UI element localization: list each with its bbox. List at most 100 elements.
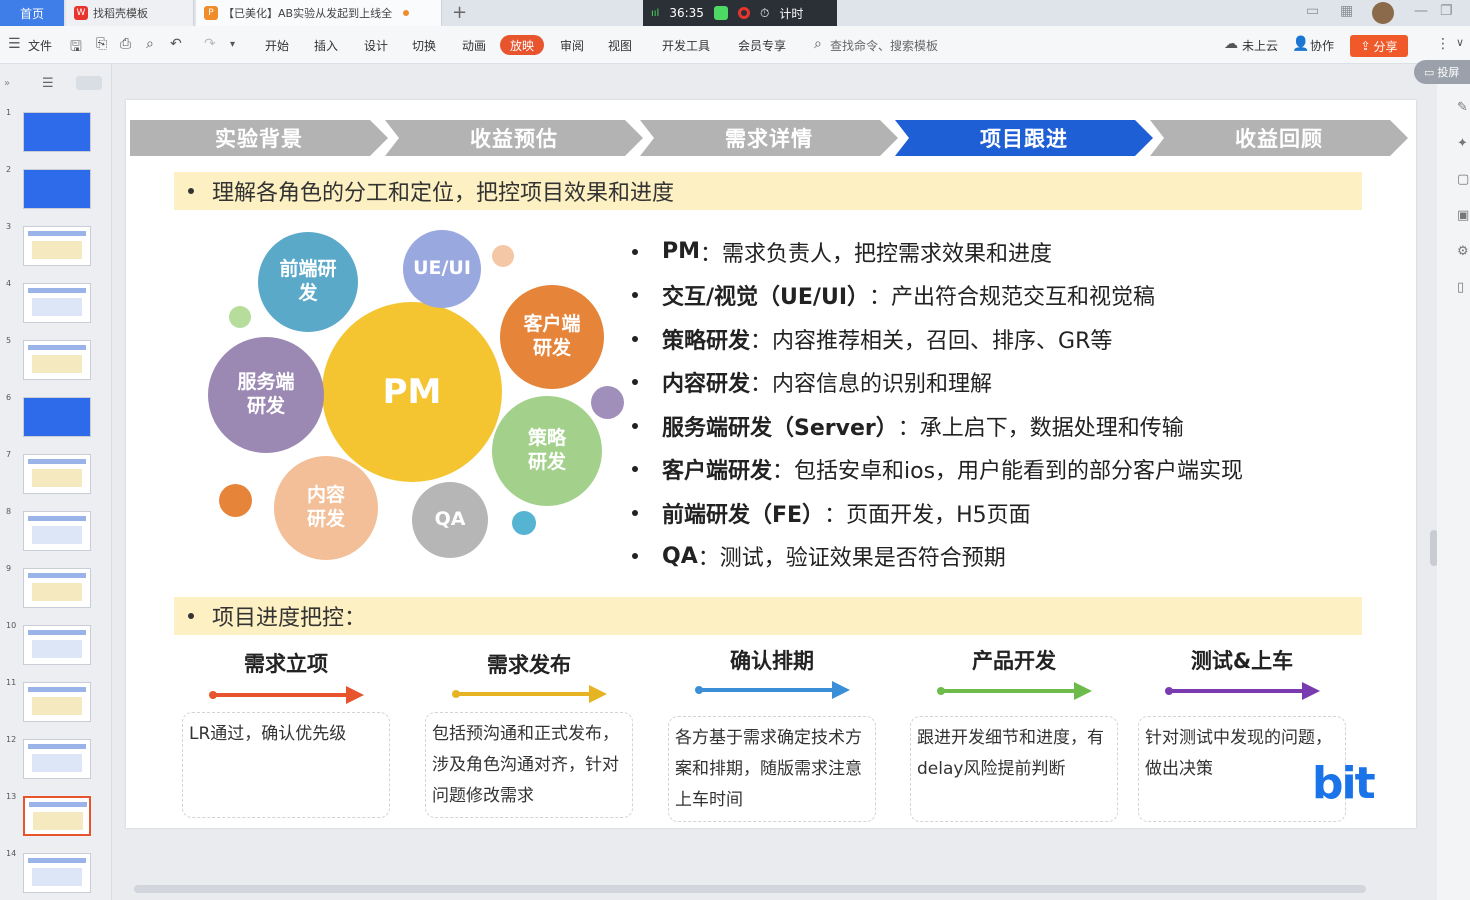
slide-thumbnail[interactable] bbox=[23, 625, 91, 665]
right-sidebar bbox=[1437, 64, 1470, 900]
bubble-strategy: 策略研发 bbox=[492, 396, 602, 506]
slide-thumbnail[interactable] bbox=[23, 454, 91, 494]
file-menu[interactable]: 文件 bbox=[28, 37, 52, 54]
scrollbar-thumb[interactable] bbox=[134, 885, 1366, 893]
tab-home-ribbon[interactable]: 开始 bbox=[265, 37, 289, 54]
bubble-client: 客户端研发 bbox=[500, 285, 604, 389]
tab-animation[interactable]: 动画 bbox=[462, 37, 486, 54]
slide-thumbnail[interactable] bbox=[23, 397, 91, 437]
role-item: 策略研发 ：内容推荐相关，召回、排序、GR等 bbox=[632, 317, 1332, 361]
chat-icon[interactable] bbox=[713, 6, 728, 20]
meeting-status-bar: ııl 36:35 ⏱ 计时 bbox=[643, 0, 837, 26]
slide-thumbnail[interactable] bbox=[23, 112, 91, 152]
slide-thumbnail[interactable] bbox=[23, 169, 91, 209]
role-desc: ：包括安卓和ios，用户能看到的部分客户端实现 bbox=[772, 459, 1244, 485]
outline-icon[interactable]: ☰ bbox=[42, 76, 54, 91]
step-arrow bbox=[1165, 682, 1320, 700]
panel-icon[interactable]: ▯ bbox=[1457, 280, 1464, 295]
slide-thumbnail[interactable] bbox=[23, 283, 91, 323]
bullet-icon bbox=[188, 188, 194, 194]
restore-icon[interactable]: ❐ bbox=[1440, 3, 1453, 19]
slide-thumbnail[interactable] bbox=[23, 568, 91, 608]
new-tab-button[interactable]: + bbox=[452, 2, 467, 23]
role-desc: ：需求负责人，把控需求效果和进度 bbox=[700, 241, 1053, 267]
tab-review[interactable]: 审阅 bbox=[560, 37, 584, 54]
share-button[interactable]: ⇪ 分享 bbox=[1350, 35, 1408, 57]
thumbnail-number: 2 bbox=[6, 165, 12, 174]
layout-icon[interactable]: ▭ bbox=[1306, 3, 1319, 19]
bubble-qa: QA bbox=[412, 482, 488, 558]
thumbnail-number: 4 bbox=[6, 279, 12, 288]
step-title: 产品开发 bbox=[972, 649, 1056, 673]
save-icon[interactable]: 🖫 bbox=[70, 36, 82, 60]
tab-current-presentation[interactable]: P 【已美化】AB实验从发起到上线全 bbox=[196, 0, 442, 26]
title-bar: 首页 W 找稻壳模板 P 【已美化】AB实验从发起到上线全 + ııl 36:3… bbox=[0, 0, 1470, 26]
preview-icon[interactable]: ⌕ bbox=[146, 36, 154, 52]
tab-view[interactable]: 视图 bbox=[608, 37, 632, 54]
tab-insert[interactable]: 插入 bbox=[314, 37, 338, 54]
thumbnail-number: 14 bbox=[6, 849, 17, 858]
redo-icon[interactable]: ↷ bbox=[204, 36, 216, 52]
command-search[interactable]: 查找命令、搜索模板 bbox=[830, 37, 938, 54]
chevron-label: 实验背景 bbox=[215, 127, 303, 151]
comment-icon[interactable]: ▢ bbox=[1457, 172, 1469, 187]
search-icon: ⌕ bbox=[814, 36, 822, 52]
collab-button[interactable]: 协作 bbox=[1310, 37, 1334, 54]
thumbnail-view-icon[interactable] bbox=[76, 76, 102, 90]
role-desc: ：内容信息的识别和理解 bbox=[750, 372, 993, 398]
meeting-time: 36:35 bbox=[669, 6, 704, 20]
collab-icon: 👤 bbox=[1292, 36, 1310, 52]
section-title: 项目进度把控： bbox=[212, 606, 367, 631]
menu-icon[interactable]: ☰ bbox=[8, 36, 21, 52]
collapse-icon[interactable]: ∨ bbox=[1456, 36, 1464, 49]
bullet-icon bbox=[632, 553, 638, 560]
export-icon[interactable]: ⎘ bbox=[96, 36, 107, 52]
settings-icon[interactable]: ⚙ bbox=[1457, 244, 1469, 259]
step-description: 跟进开发细节和进度，有delay风险提前判断 bbox=[910, 716, 1118, 822]
more-icon[interactable]: ⋮ bbox=[1436, 36, 1450, 52]
tab-label: 【已美化】AB实验从发起到上线全 bbox=[223, 7, 393, 20]
chevron-down-icon[interactable]: ▾ bbox=[230, 39, 235, 50]
slide-thumbnail[interactable] bbox=[23, 739, 91, 779]
present-button[interactable]: ▭ 投屏 bbox=[1414, 60, 1470, 84]
timer-label[interactable]: 计时 bbox=[779, 5, 803, 22]
horizontal-scrollbar[interactable] bbox=[118, 884, 1428, 894]
tab-slideshow[interactable]: 放映 bbox=[500, 35, 544, 55]
role-name: 交互/视觉（UE/UI） bbox=[662, 285, 870, 311]
record-icon[interactable] bbox=[737, 7, 750, 19]
image-icon[interactable]: ▣ bbox=[1457, 208, 1469, 223]
tab-transition[interactable]: 切换 bbox=[412, 37, 436, 54]
shape-icon[interactable]: ✦ bbox=[1457, 136, 1468, 151]
minimize-icon[interactable]: — bbox=[1414, 3, 1428, 19]
slide-thumbnail[interactable] bbox=[23, 226, 91, 266]
tab-member[interactable]: 会员专享 bbox=[738, 37, 786, 54]
slide-thumbnail[interactable] bbox=[23, 511, 91, 551]
avatar[interactable] bbox=[1372, 2, 1394, 24]
cloud-icon: ☁ bbox=[1224, 36, 1238, 52]
cloud-status[interactable]: 未上云 bbox=[1242, 37, 1278, 54]
collapse-panel-icon[interactable]: » bbox=[4, 78, 10, 89]
slide-thumbnail[interactable] bbox=[23, 340, 91, 380]
slide-thumbnail[interactable] bbox=[23, 853, 91, 893]
thumbnail-number: 3 bbox=[6, 222, 12, 231]
tab-design[interactable]: 设计 bbox=[364, 37, 388, 54]
decor-dot bbox=[229, 306, 251, 328]
slide-thumbnail[interactable] bbox=[23, 796, 91, 836]
role-item: 客户端研发 ：包括安卓和ios，用户能看到的部分客户端实现 bbox=[632, 448, 1332, 492]
thumbnail-number: 11 bbox=[6, 678, 17, 687]
tab-developer[interactable]: 开发工具 bbox=[662, 37, 710, 54]
role-name: 内容研发 bbox=[662, 372, 751, 398]
home-tab[interactable]: 首页 bbox=[0, 0, 64, 26]
step-description: LR通过，确认优先级 bbox=[182, 712, 390, 818]
undo-icon[interactable]: ↶ bbox=[170, 36, 182, 52]
bubble-server: 服务端研发 bbox=[208, 337, 324, 453]
slide-thumbnail[interactable] bbox=[23, 682, 91, 722]
tab-template-store[interactable]: W 找稻壳模板 bbox=[66, 0, 194, 26]
print-icon[interactable]: ⎙ bbox=[120, 36, 131, 52]
grid-icon[interactable]: ▦ bbox=[1340, 3, 1353, 19]
share-icon: ⇪ bbox=[1360, 39, 1371, 53]
decor-dot bbox=[492, 245, 514, 267]
tool-icon[interactable]: ✎ bbox=[1457, 100, 1468, 115]
step-arrow bbox=[209, 686, 364, 704]
bubble-content: 内容研发 bbox=[274, 456, 378, 560]
